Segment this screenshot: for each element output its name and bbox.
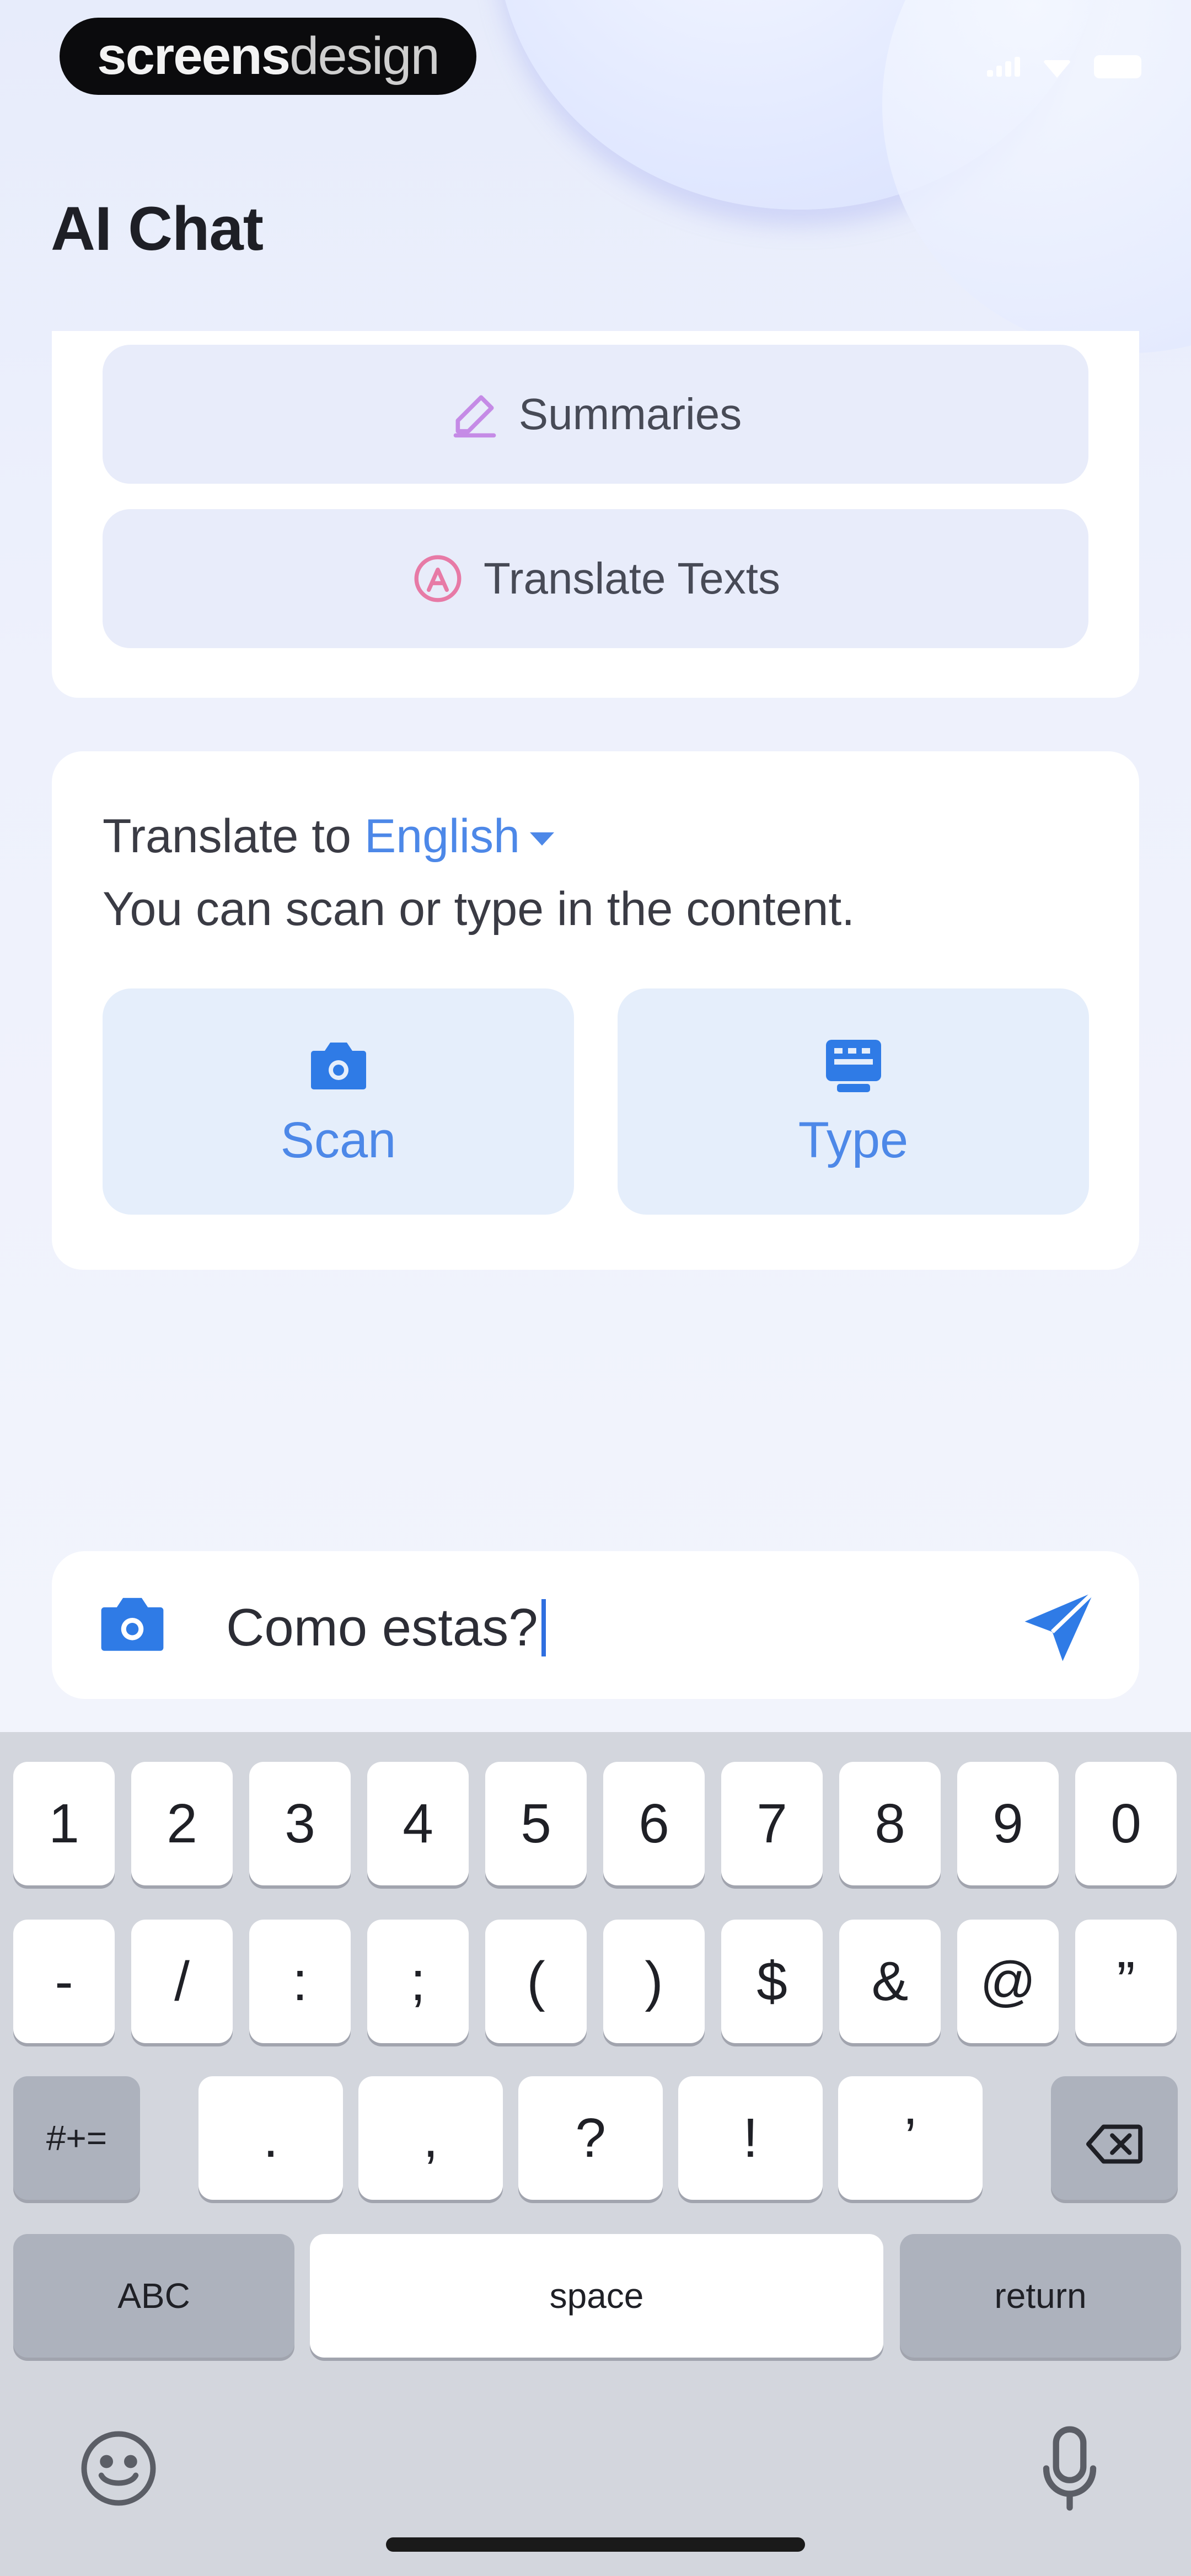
key[interactable]: ; [367,1920,469,2043]
emoji-icon[interactable] [77,2427,160,2510]
option-summaries[interactable]: Summaries [103,345,1088,484]
message-input[interactable]: Como estas? [226,1597,546,1658]
key[interactable]: - [13,1920,115,2043]
key[interactable]: & [839,1920,941,2043]
option-label: Translate Texts [483,554,780,603]
key[interactable]: $ [721,1920,823,2043]
type-button[interactable]: Type [618,988,1089,1215]
language-label: English [364,810,520,863]
key[interactable]: ) [603,1920,705,2043]
action-label: Scan [280,1111,396,1168]
key[interactable]: ” [1075,1920,1177,2043]
home-indicator [386,2537,805,2552]
key[interactable]: 4 [367,1762,469,1885]
key[interactable]: 8 [839,1762,941,1885]
keyboard-icon [819,1034,888,1095]
key-space[interactable]: space [310,2234,883,2358]
key-return[interactable]: return [900,2234,1181,2358]
keyboard: ABC space return 1 2 3 4 5 6 7 8 9 0 - /:;() $ & @” #+=… [0,1732,1191,2576]
key[interactable]: . [198,2076,343,2200]
page-title: AI Chat [51,194,264,263]
key[interactable]: ! [678,2076,823,2200]
wifi-icon [1042,60,1072,78]
key-symbols[interactable]: #+= [13,2076,140,2200]
camera-icon [304,1034,373,1095]
key[interactable]: 2 [131,1762,233,1885]
status-icons [987,55,1141,78]
options-card: Summaries Translate Texts [52,331,1139,698]
status-bar: screens design [0,0,1191,110]
camera-icon[interactable] [95,1589,170,1657]
brand-bold: screens [97,26,291,85]
key[interactable]: 1 [13,1762,115,1885]
battery-icon [1094,55,1141,78]
option-translate-texts[interactable]: Translate Texts [103,509,1088,648]
key[interactable]: 9 [957,1762,1059,1885]
pen-icon [449,389,500,440]
action-label: Type [798,1111,909,1168]
text-cursor [541,1599,546,1656]
brand-light: design [289,26,440,85]
send-icon[interactable] [1018,1585,1101,1668]
message-input-value: Como estas? [226,1598,538,1657]
key-abc[interactable]: ABC [13,2234,294,2358]
language-select[interactable]: English [364,809,554,864]
key[interactable]: : [249,1920,351,2043]
translate-to-line: Translate to English [103,809,554,864]
key[interactable]: 0 [1075,1762,1177,1885]
key[interactable]: 5 [485,1762,587,1885]
translate-prefix: Translate to [103,810,351,863]
scan-button[interactable]: Scan [103,988,574,1215]
delete-key[interactable] [1051,2076,1178,2200]
key[interactable]: / [131,1920,233,2043]
key[interactable]: ’ [838,2076,983,2200]
brand-logo: screens design [60,18,476,95]
key[interactable]: ? [518,2076,663,2200]
signal-icon [987,57,1020,77]
message-input-bar: Como estas? [52,1551,1139,1699]
backspace-icon [1084,2116,1145,2164]
key[interactable]: @ [957,1920,1059,2043]
option-label: Summaries [518,389,742,439]
key[interactable]: 7 [721,1762,823,1885]
key[interactable]: , [358,2076,503,2200]
key[interactable]: 3 [249,1762,351,1885]
translate-card: Translate to English You can scan or typ… [52,751,1139,1270]
key[interactable]: ( [485,1920,587,2043]
translate-icon [411,552,465,606]
chevron-down-icon [529,832,554,846]
microphone-icon[interactable] [1037,2422,1103,2515]
translate-hint: You can scan or type in the content. [103,883,855,936]
key[interactable]: 6 [603,1762,705,1885]
